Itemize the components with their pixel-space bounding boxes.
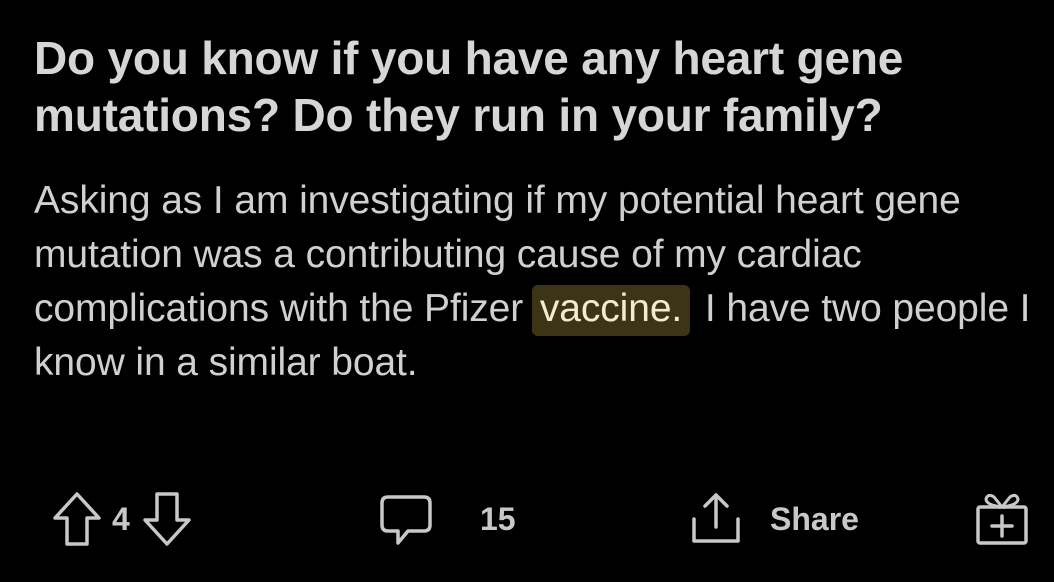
highlighted-word[interactable]: vaccine.: [531, 285, 691, 336]
share-label: Share: [770, 500, 859, 537]
share-icon-wrap: [688, 491, 744, 547]
arrow-up-icon: [53, 492, 101, 546]
comment-bubble-icon: [380, 495, 432, 545]
share-button[interactable]: Share: [688, 488, 859, 550]
vote-controls: 4: [52, 488, 192, 550]
share-icon: [692, 493, 740, 543]
vote-count: 4: [112, 500, 130, 537]
upvote-button[interactable]: [52, 491, 102, 547]
gift-icon: [976, 493, 1028, 545]
comment-icon-wrap: [378, 491, 434, 547]
downvote-button[interactable]: [142, 491, 192, 547]
award-icon-wrap: [974, 491, 1030, 547]
post: Do you know if you have any heart gene m…: [34, 30, 1034, 390]
arrow-down-icon: [143, 492, 191, 546]
post-body: Asking as I am investigating if my poten…: [34, 174, 1034, 390]
action-bar: 4 15 Share: [0, 488, 1054, 550]
post-title[interactable]: Do you know if you have any heart gene m…: [34, 30, 1034, 144]
award-button[interactable]: [974, 488, 1030, 550]
comments-button[interactable]: 15: [378, 488, 516, 550]
comment-count: 15: [480, 500, 516, 537]
